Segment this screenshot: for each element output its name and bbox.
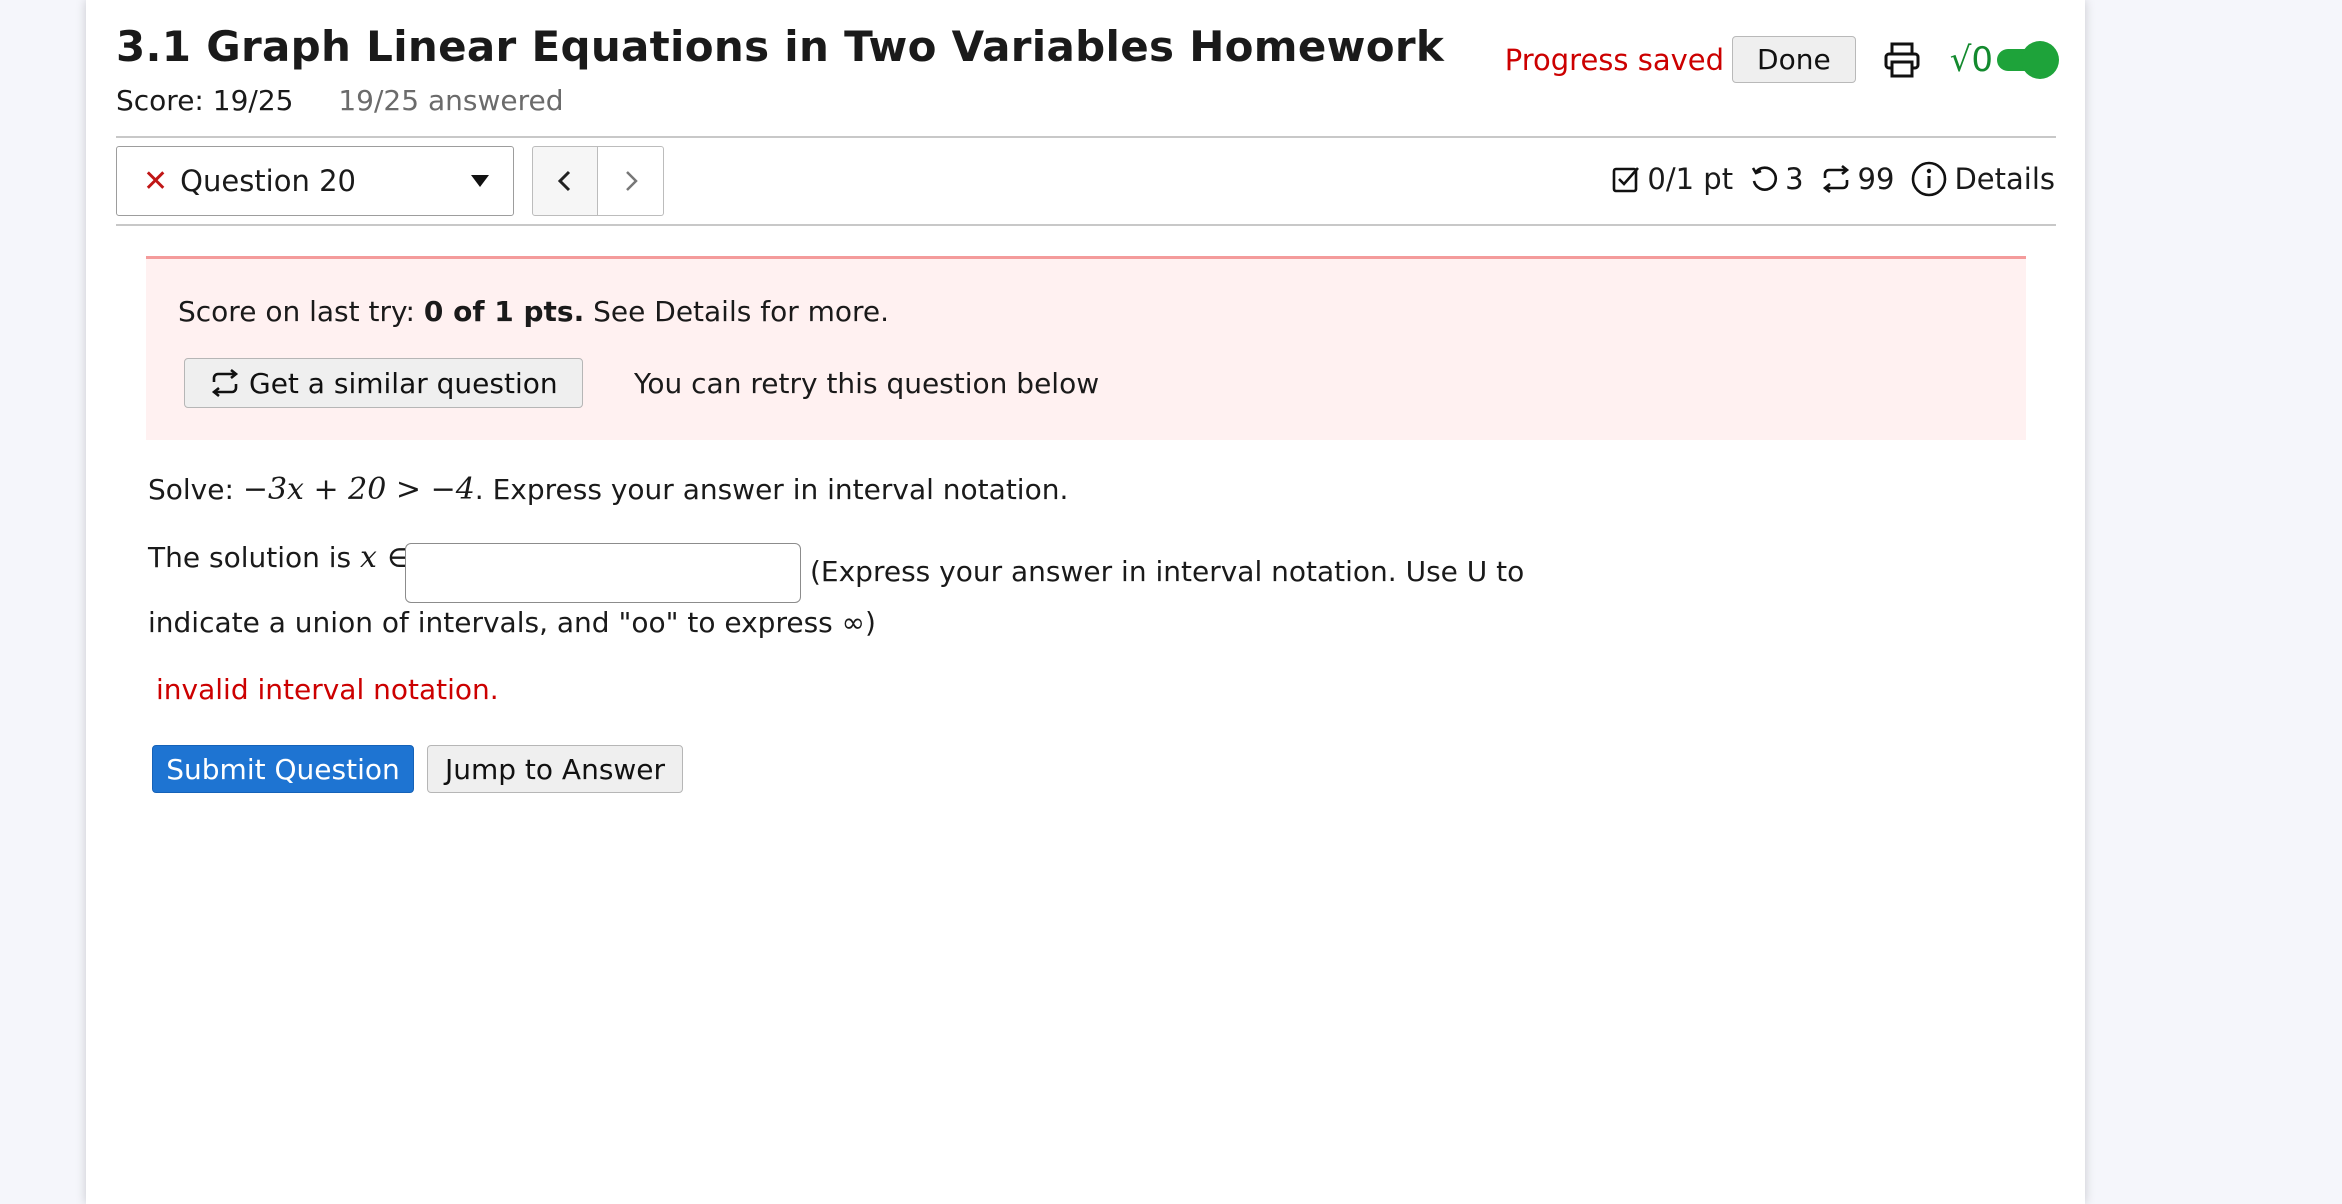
submit-question-button[interactable]: Submit Question	[152, 745, 414, 793]
attempts-value: 3	[1785, 162, 1804, 196]
chevron-left-icon	[557, 170, 571, 192]
solve-prefix: Solve:	[148, 473, 243, 506]
homework-page: 3.1 Graph Linear Equations in Two Variab…	[86, 0, 2085, 1204]
points-value: 0/1 pt	[1647, 162, 1734, 196]
details-button[interactable]: Details	[1910, 160, 2055, 198]
solution-variable: x ∈	[360, 540, 409, 575]
alert-suffix: See Details for more.	[584, 295, 890, 328]
header-divider	[116, 136, 2056, 138]
inequality: −3x + 20 > −4	[242, 472, 475, 507]
progress-status: Progress saved	[1504, 42, 1725, 77]
repeat-icon	[1822, 164, 1849, 194]
question-pager	[532, 146, 664, 216]
answer-hint-line1: (Express your answer in interval notatio…	[810, 555, 1525, 588]
sqrt-icon: √0	[1949, 39, 1993, 80]
info-icon	[1912, 161, 1947, 197]
alert-prefix: Score on last try:	[178, 295, 424, 328]
top-toolbar: Progress saved Done √0	[1504, 36, 2059, 83]
answer-input[interactable]	[405, 543, 801, 603]
question-prompt: Solve: −3x + 20 > −4. Express your answe…	[148, 472, 1068, 507]
similar-remaining-value: 99	[1857, 162, 1895, 196]
details-label: Details	[1954, 162, 2055, 196]
math-display-toggle[interactable]: √0	[1949, 39, 2059, 80]
similar-metric: 99	[1820, 162, 1895, 196]
solution-prefix: The solution is	[148, 541, 361, 574]
previous-question-button[interactable]	[532, 146, 598, 216]
solution-label: The solution is x ∈	[148, 540, 409, 575]
question-selector-label: Question 20	[180, 164, 356, 198]
done-button[interactable]: Done	[1732, 36, 1856, 83]
last-try-alert: Score on last try: 0 of 1 pts. See Detai…	[146, 256, 2026, 440]
similar-question-label: Get a similar question	[249, 366, 558, 400]
question-selector[interactable]: ✕ Question 20	[116, 146, 514, 216]
question-metrics: 0/1 pt 3 99 Details	[1595, 160, 2055, 198]
attempts-metric: 3	[1749, 162, 1804, 196]
checkbox-icon	[1613, 167, 1640, 193]
alert-score: 0 of 1 pts.	[423, 295, 585, 328]
score-text: Score: 19/25	[116, 84, 294, 117]
last-try-score: Score on last try: 0 of 1 pts. See Detai…	[178, 295, 889, 328]
incorrect-x-icon: ✕	[143, 163, 169, 199]
answer-hint-line2: indicate a union of intervals, and "oo" …	[148, 606, 876, 639]
print-icon[interactable]	[1882, 40, 1922, 80]
next-question-button[interactable]	[598, 146, 664, 216]
nav-divider	[116, 224, 2056, 226]
jump-to-answer-button[interactable]: Jump to Answer	[427, 745, 683, 793]
assignment-title: 3.1 Graph Linear Equations in Two Variab…	[116, 22, 1445, 71]
solve-suffix: . Express your answer in interval notati…	[474, 473, 1069, 506]
validation-error: invalid interval notation.	[156, 673, 499, 706]
dropdown-caret-icon	[471, 175, 489, 187]
retry-icon	[1751, 166, 1778, 191]
retry-note: You can retry this question below	[634, 367, 1100, 400]
repeat-icon	[211, 368, 239, 398]
points-metric: 0/1 pt	[1611, 162, 1733, 196]
similar-question-button[interactable]: Get a similar question	[184, 358, 583, 408]
answered-count: 19/25 answered	[338, 84, 564, 117]
toggle-switch	[1997, 40, 2059, 79]
score-summary: Score: 19/25 19/25 answered	[116, 84, 563, 117]
chevron-right-icon	[625, 171, 638, 191]
